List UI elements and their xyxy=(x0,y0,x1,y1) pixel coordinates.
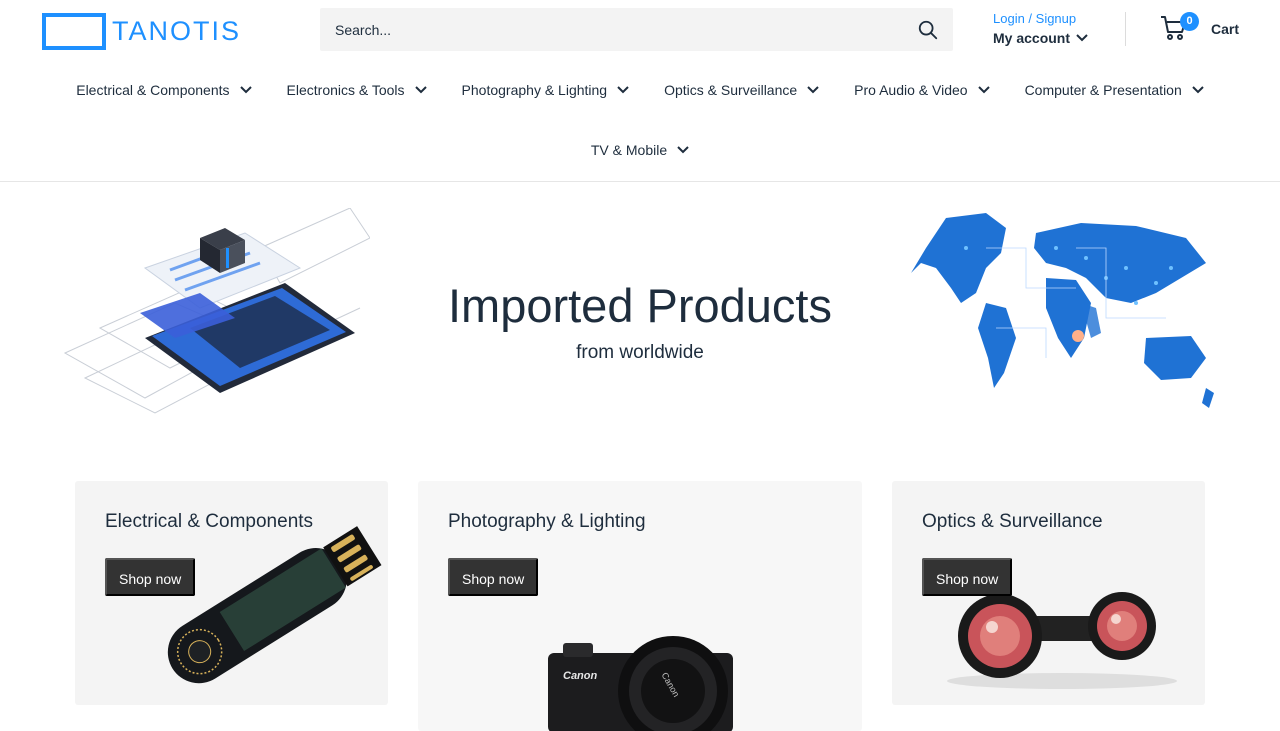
header-divider xyxy=(1125,12,1126,46)
chevron-down-icon xyxy=(414,86,427,94)
brand-logo[interactable]: TANOTIS xyxy=(42,12,282,50)
usb-stick-image xyxy=(167,526,382,684)
collection-card-optics-surveillance[interactable]: Optics & Surveillance Shop now xyxy=(892,481,1205,705)
shop-now-button[interactable]: Shop now xyxy=(448,558,539,596)
nav-item-label: Photography & Lighting xyxy=(461,82,608,98)
nav-item-pro-audio-video[interactable]: Pro Audio & Video xyxy=(854,80,990,100)
cart-count-badge: 0 xyxy=(1180,12,1199,31)
account-area: Login / Signup My account xyxy=(993,11,1088,46)
chevron-down-icon xyxy=(239,86,252,94)
nav-item-label: TV & Mobile xyxy=(590,142,668,158)
chevron-down-icon xyxy=(1192,86,1204,94)
my-account-dropdown[interactable]: My account xyxy=(993,30,1088,46)
collection-title: Electrical & Components xyxy=(105,511,314,532)
site-header: TANOTIS Login / Signup My account 0 Cart xyxy=(0,0,1280,60)
nav-item-label: Optics & Surveillance xyxy=(664,82,798,98)
search-bar xyxy=(320,8,953,51)
nav-item-tv-mobile[interactable]: TV & Mobile xyxy=(591,140,689,160)
chevron-down-icon xyxy=(807,86,819,94)
chevron-down-icon xyxy=(617,86,629,94)
nav-item-label: Computer & Presentation xyxy=(1024,82,1182,98)
nav-item-optics-surveillance[interactable]: Optics & Surveillance xyxy=(664,80,819,100)
collection-title: Optics & Surveillance xyxy=(922,511,1103,532)
chevron-down-icon xyxy=(977,86,990,94)
search-icon[interactable] xyxy=(917,19,939,41)
nav-item-label: Electrical & Components xyxy=(76,82,230,98)
nav-item-computer-presentation[interactable]: Computer & Presentation xyxy=(1025,80,1204,100)
world-map-illustration xyxy=(911,213,1214,408)
nav-item-label: Electronics & Tools xyxy=(286,82,405,98)
nav-item-electrical-components[interactable]: Electrical & Components xyxy=(76,80,252,100)
nav-row: Electrical & Components Electronics & To… xyxy=(0,80,1280,100)
my-account-label: My account xyxy=(993,30,1071,46)
collection-card-photography-lighting[interactable]: Photography & Lighting Shop now Canon Ca… xyxy=(418,481,862,731)
cart-label[interactable]: Cart xyxy=(1211,21,1239,37)
search-input[interactable] xyxy=(320,8,900,51)
chevron-down-icon xyxy=(1076,34,1088,42)
nav-item-label: Pro Audio & Video xyxy=(854,82,968,98)
hero-banner[interactable]: Imported Products from worldwide xyxy=(0,182,1280,442)
camera-image: Canon Canon xyxy=(548,636,733,731)
nav-item-photography-lighting[interactable]: Photography & Lighting xyxy=(462,80,630,100)
shop-now-button[interactable]: Shop now xyxy=(105,558,196,596)
collection-card-electrical-components[interactable]: Electrical & Components Shop now xyxy=(75,481,388,705)
main-navigation: Electrical & Components Electronics & To… xyxy=(0,60,1280,182)
nav-item-electronics-tools[interactable]: Electronics & Tools xyxy=(287,80,427,100)
logo-text: TANOTIS xyxy=(112,15,242,46)
collection-title: Photography & Lighting xyxy=(448,511,646,532)
shop-now-button[interactable]: Shop now xyxy=(922,558,1013,596)
svg-text:Canon: Canon xyxy=(563,670,598,682)
chevron-down-icon xyxy=(677,146,689,154)
nav-row: TV & Mobile xyxy=(0,140,1280,160)
logo-mark xyxy=(42,12,106,50)
login-signup-link[interactable]: Login / Signup xyxy=(993,11,1088,26)
